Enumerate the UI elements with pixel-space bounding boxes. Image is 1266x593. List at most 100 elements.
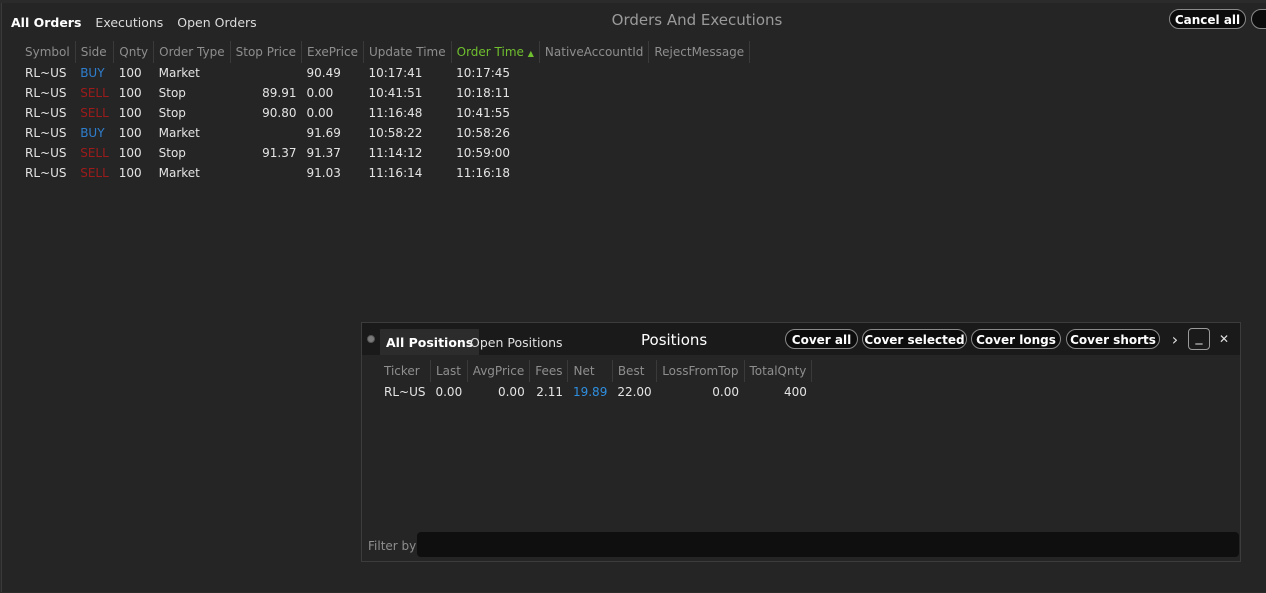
order-cell-order-type: Stop — [158, 86, 186, 100]
order-cell-reject-message — [649, 143, 750, 163]
order-cell-update-time: 11:14:12 — [368, 146, 423, 160]
close-icon[interactable]: ✕ — [1217, 332, 1231, 346]
order-cell-native-account-id — [539, 143, 648, 163]
order-cell-symbol: RL~US — [25, 66, 67, 80]
cancel-all-button[interactable]: Cancel all — [1169, 9, 1246, 29]
order-cell-reject-message — [649, 123, 750, 143]
minimize-icon[interactable]: _ — [1188, 328, 1210, 350]
order-cell-stop-price: 89.91 — [262, 86, 297, 100]
sort-ascending-icon: ▲ — [527, 49, 534, 58]
col-total-qnty[interactable]: TotalQnty — [744, 360, 813, 382]
chevron-right-icon[interactable]: › — [1168, 330, 1182, 349]
order-cell-qnty: 100 — [118, 86, 142, 100]
tab-open-orders[interactable]: Open Orders — [177, 15, 256, 30]
tab-executions[interactable]: Executions — [95, 15, 163, 30]
order-cell-side: SELL — [80, 146, 109, 160]
cover-selected-button[interactable]: Cover selected — [862, 329, 967, 349]
order-cell-order-type: Stop — [158, 106, 186, 120]
order-cell-order-time: 10:59:00 — [456, 146, 511, 160]
order-cell-exe-price: 91.69 — [306, 126, 341, 140]
position-cell-best: 22.00 — [617, 385, 652, 399]
cover-longs-button[interactable]: Cover longs — [971, 329, 1061, 349]
col-ticker[interactable]: Ticker — [379, 360, 431, 382]
order-cell-order-time: 10:58:26 — [456, 126, 511, 140]
col-order-time-label: Order Time — [456, 45, 524, 59]
order-row[interactable]: RL~US SELL 100 Stop 89.91 0.00 10:41:51 10:18:1… — [20, 83, 750, 103]
order-cell-exe-price: 0.00 — [306, 106, 334, 120]
order-cell-side: SELL — [80, 106, 109, 120]
order-cell-stop-price — [230, 123, 301, 143]
positions-header: All Positions Open Positions Positions C… — [362, 323, 1240, 355]
col-order-time[interactable]: Order Time ▲ — [451, 41, 540, 63]
positions-window: All Positions Open Positions Positions C… — [361, 322, 1241, 562]
order-cell-update-time: 10:58:22 — [368, 126, 423, 140]
order-cell-symbol: RL~US — [25, 166, 67, 180]
order-cell-symbol: RL~US — [25, 146, 67, 160]
order-cell-exe-price: 91.03 — [306, 166, 341, 180]
order-cell-native-account-id — [539, 163, 648, 183]
order-cell-order-type: Market — [158, 126, 200, 140]
order-row[interactable]: RL~US BUY 100 Market 90.49 10:17:41 10:17:45 — [20, 63, 750, 83]
col-reject-message[interactable]: RejectMessage — [648, 41, 751, 63]
col-symbol[interactable]: Symbol — [20, 41, 76, 63]
tab-open-positions[interactable]: Open Positions — [464, 329, 569, 355]
order-cell-order-time: 10:18:11 — [456, 86, 511, 100]
order-cell-side: BUY — [80, 66, 105, 80]
order-cell-exe-price: 0.00 — [306, 86, 334, 100]
filter-label: Filter by — [368, 539, 417, 553]
order-cell-stop-price: 90.80 — [262, 106, 297, 120]
order-cell-side: BUY — [80, 126, 105, 140]
order-cell-exe-price: 91.37 — [306, 146, 341, 160]
cover-all-button[interactable]: Cover all — [785, 329, 858, 349]
col-net[interactable]: Net — [567, 360, 613, 382]
order-cell-order-type: Stop — [158, 146, 186, 160]
order-cell-order-time: 10:17:45 — [456, 66, 511, 80]
order-row[interactable]: RL~US SELL 100 Market 91.03 11:16:14 11:16:18 — [20, 163, 750, 183]
position-row[interactable]: RL~US 0.00 0.00 2.11 19.89 22.00 0.00 400 — [379, 382, 812, 402]
window-status-icon[interactable] — [367, 335, 375, 343]
tab-all-orders[interactable]: All Orders — [11, 15, 81, 30]
col-avg-price[interactable]: AvgPrice — [467, 360, 531, 382]
col-update-time[interactable]: Update Time — [363, 41, 452, 63]
order-cell-side: SELL — [80, 86, 109, 100]
col-stop-price[interactable]: Stop Price — [230, 41, 303, 63]
col-side[interactable]: Side — [75, 41, 115, 63]
order-cell-update-time: 10:41:51 — [368, 86, 423, 100]
orders-tabs: All Orders Executions Open Orders — [11, 15, 257, 30]
order-cell-reject-message — [649, 163, 750, 183]
col-qnty[interactable]: Qnty — [113, 41, 155, 63]
order-cell-order-type: Market — [158, 166, 200, 180]
position-cell-fees: 2.11 — [536, 385, 563, 399]
position-cell-total-qnty: 400 — [783, 385, 807, 399]
order-cell-stop-price — [230, 163, 301, 183]
orders-window-title: Orders And Executions — [611, 11, 783, 29]
order-cell-symbol: RL~US — [25, 126, 67, 140]
order-cell-native-account-id — [539, 83, 648, 103]
order-cell-symbol: RL~US — [25, 86, 67, 100]
position-cell-loss-from-top: 0.00 — [712, 385, 739, 399]
col-last[interactable]: Last — [430, 360, 468, 382]
order-row[interactable]: RL~US BUY 100 Market 91.69 10:58:22 10:58:26 — [20, 123, 750, 143]
col-order-type[interactable]: Order Type — [153, 41, 231, 63]
position-cell-avg-price: 0.00 — [497, 385, 525, 399]
order-cell-order-time: 11:16:18 — [456, 166, 511, 180]
filter-input[interactable] — [417, 532, 1239, 557]
col-loss-from-top[interactable]: LossFromTop — [656, 360, 745, 382]
order-row[interactable]: RL~US SELL 100 Stop 91.37 91.37 11:14:12 10:59:… — [20, 143, 750, 163]
cover-shorts-button[interactable]: Cover shorts — [1066, 329, 1160, 349]
order-cell-native-account-id — [539, 123, 648, 143]
order-row[interactable]: RL~US SELL 100 Stop 90.80 0.00 11:16:48 10:41:5… — [20, 103, 750, 123]
order-cell-exe-price: 90.49 — [306, 66, 341, 80]
order-cell-native-account-id — [539, 63, 648, 83]
truncated-button[interactable] — [1251, 9, 1266, 29]
order-cell-update-time: 10:17:41 — [368, 66, 423, 80]
col-fees[interactable]: Fees — [529, 360, 569, 382]
order-cell-qnty: 100 — [118, 126, 142, 140]
order-cell-qnty: 100 — [118, 106, 142, 120]
col-exe-price[interactable]: ExePrice — [301, 41, 364, 63]
order-cell-native-account-id — [539, 103, 648, 123]
col-native-account-id[interactable]: NativeAccountId — [539, 41, 650, 63]
order-cell-reject-message — [649, 83, 750, 103]
col-best[interactable]: Best — [612, 360, 658, 382]
order-cell-update-time: 11:16:48 — [368, 106, 423, 120]
